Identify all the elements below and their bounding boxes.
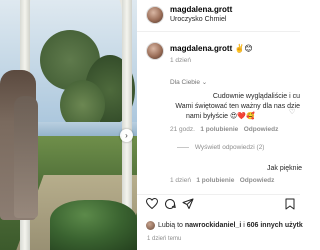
- caption-username[interactable]: magdalena.grott ✌️😊: [170, 44, 253, 53]
- heart-icon[interactable]: [145, 197, 159, 212]
- post-date: 1 dzień temu: [147, 236, 182, 242]
- dla-ciebie-label[interactable]: Dla Ciebie ⌄: [170, 78, 207, 86]
- liker-username[interactable]: nawrockidaniel_i: [185, 222, 241, 229]
- post-header: magdalena.grott Uroczysko Chmiel: [137, 0, 300, 32]
- location-link[interactable]: Uroczysko Chmiel: [170, 16, 226, 23]
- heart-icon[interactable]: ♡: [289, 108, 295, 116]
- caption-time: 1 dzień: [170, 57, 191, 64]
- photo-person: [14, 96, 38, 218]
- likes-summary[interactable]: Lubią to nawrockidaniel_i i 606 innych u…: [158, 222, 303, 229]
- chevron-right-icon[interactable]: ›: [120, 129, 133, 142]
- comment-line: Wami świętować ten ważny dla nas dzie: [175, 103, 300, 110]
- reply-button[interactable]: Odpowiedz: [244, 126, 279, 133]
- comment-meta: 21 godz. 1 polubienie Odpowiedz: [170, 126, 278, 133]
- heart-icon-svg: [145, 197, 159, 210]
- reply-button[interactable]: Odpowiedz: [240, 177, 275, 184]
- username-link[interactable]: magdalena.grott: [170, 5, 232, 14]
- post-details-panel: magdalena.grott Uroczysko Chmiel magdale…: [137, 0, 303, 250]
- comment-line: nami byłyście 😍❤️🥰: [186, 113, 255, 120]
- avatar[interactable]: [146, 6, 164, 24]
- caption-username-text[interactable]: magdalena.grott: [170, 44, 232, 53]
- photo-arch: [20, 0, 130, 40]
- comment-likes[interactable]: 1 polubienie: [200, 126, 238, 133]
- comment-time: 21 godz.: [170, 126, 195, 133]
- comment-text: Jak pięknie: [267, 165, 303, 172]
- comment-time: 1 dzień: [170, 177, 191, 184]
- comment-likes[interactable]: 1 polubienie: [196, 177, 234, 184]
- likes-prefix: Lubią to: [158, 222, 185, 229]
- share-icon[interactable]: [182, 198, 194, 213]
- comment-icon[interactable]: [164, 198, 176, 213]
- comment-text: Cudownie wyglądaliście i cu Wami świętow…: [170, 92, 300, 122]
- post-photo[interactable]: [0, 0, 137, 250]
- comment-icon-svg: [165, 199, 176, 210]
- avatar[interactable]: [146, 221, 155, 230]
- likes-others[interactable]: 606 innych użytk: [247, 222, 303, 229]
- avatar[interactable]: [146, 42, 164, 60]
- bookmark-icon-svg: [285, 198, 295, 210]
- action-bar: [137, 194, 300, 212]
- view-replies-link[interactable]: Wyświetl odpowiedzi (2): [177, 144, 264, 151]
- replies-line: [177, 146, 189, 148]
- comment-line: Cudownie wyglądaliście i cu: [212, 93, 300, 100]
- comment-meta: 1 dzień 1 polubienie Odpowiedz: [170, 177, 274, 184]
- photo-plant: [50, 200, 137, 250]
- share-icon-svg: [182, 198, 194, 209]
- instagram-post-view: › magdalena.grott Uroczysko Chmiel magda…: [0, 0, 303, 250]
- bookmark-icon[interactable]: [285, 198, 295, 213]
- view-replies-text[interactable]: Wyświetl odpowiedzi (2): [195, 144, 265, 151]
- caption-emoji: ✌️😊: [234, 44, 253, 53]
